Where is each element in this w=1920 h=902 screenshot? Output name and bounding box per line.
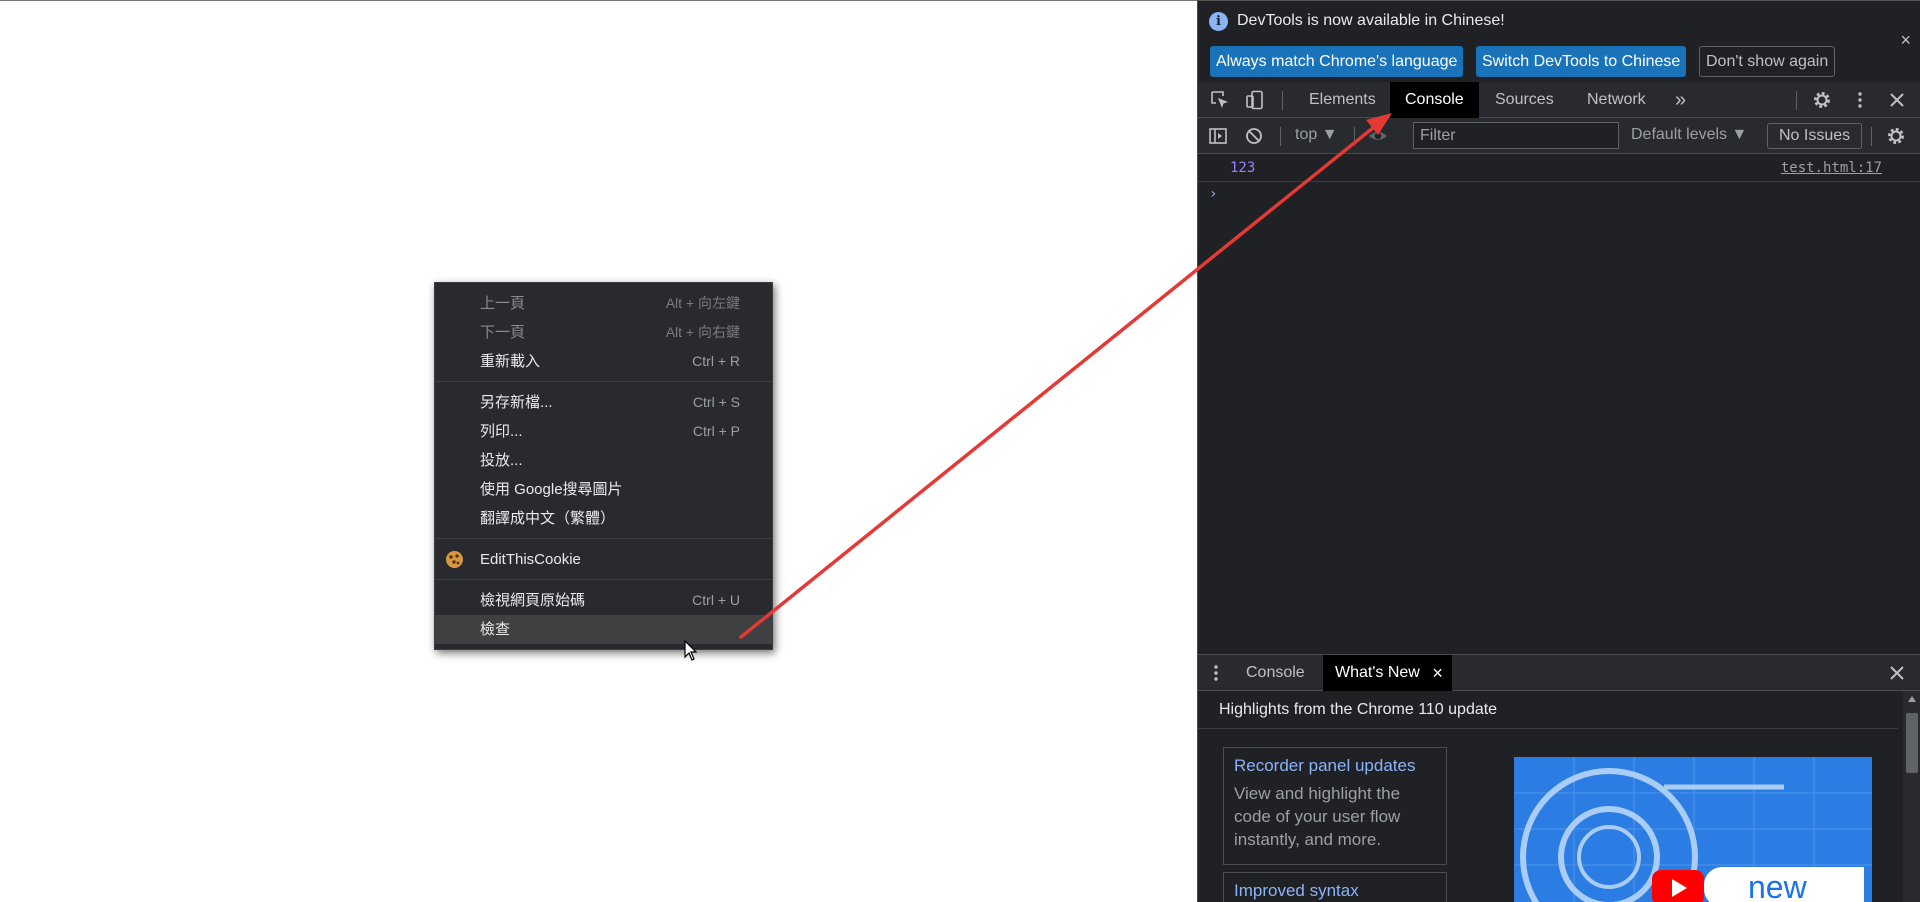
scroll-up-icon[interactable]: [1908, 696, 1916, 702]
menu-item-label: 投放...: [480, 452, 523, 469]
tab-console[interactable]: Console: [1390, 82, 1479, 118]
scrollbar-thumb[interactable]: [1906, 713, 1918, 773]
menu-separator: [435, 381, 772, 382]
close-icon[interactable]: [1887, 90, 1907, 110]
card-title[interactable]: Improved syntax: [1234, 881, 1436, 901]
device-toolbar-icon[interactable]: [1245, 90, 1265, 110]
context-menu: 上一頁 Alt + 向左鍵 下一頁 Alt + 向右鍵 重新載入 Ctrl + …: [434, 282, 773, 650]
toolbar-divider: [1871, 127, 1872, 146]
source-link[interactable]: test.html:17: [1781, 160, 1882, 176]
menu-item-search-images[interactable]: 使用 Google搜尋圖片: [435, 475, 772, 504]
mouse-cursor-icon: [684, 640, 698, 661]
menu-item-shortcut: Ctrl + R: [692, 353, 740, 369]
menu-separator: [435, 579, 772, 580]
close-tab-icon[interactable]: ×: [1432, 655, 1443, 691]
play-triangle: [1672, 879, 1687, 897]
drawer-tab-label: What's New: [1335, 664, 1420, 681]
divider: [1198, 728, 1898, 729]
devtools-panel: i DevTools is now available in Chinese! …: [1197, 0, 1920, 902]
menu-item-shortcut: Alt + 向右鍵: [665, 324, 740, 340]
menu-item-reload[interactable]: 重新載入 Ctrl + R: [435, 347, 772, 376]
log-levels-dropdown[interactable]: Default levels ▼: [1631, 126, 1747, 144]
eye-icon[interactable]: [1368, 126, 1388, 146]
card-body: View and highlight the code of your user…: [1234, 784, 1401, 849]
highlights-heading: Highlights from the Chrome 110 update: [1219, 701, 1498, 718]
toolbar-divider: [1280, 127, 1281, 146]
console-prompt-icon[interactable]: ›: [1209, 186, 1217, 202]
kebab-menu-icon[interactable]: [1850, 90, 1870, 110]
menu-separator: [435, 538, 772, 539]
menu-item-editthiscookie[interactable]: EditThisCookie: [435, 545, 772, 574]
issues-button[interactable]: No Issues: [1767, 123, 1863, 149]
menu-item-translate[interactable]: 翻譯成中文（繁體）: [435, 504, 772, 533]
whats-new-panel: Highlights from the Chrome 110 update Re…: [1198, 691, 1920, 902]
menu-item-inspect[interactable]: 檢查: [435, 615, 772, 644]
menu-item-label: 另存新檔...: [480, 394, 553, 411]
menu-item-back[interactable]: 上一頁 Alt + 向左鍵: [435, 289, 772, 318]
more-tabs-icon[interactable]: »: [1660, 82, 1701, 118]
menu-item-view-source[interactable]: 檢視網頁原始碼 Ctrl + U: [435, 586, 772, 615]
menu-item-label: 下一頁: [480, 324, 526, 341]
play-icon[interactable]: [1652, 870, 1704, 902]
menu-item-label: 列印...: [480, 423, 523, 440]
devtools-tab-bar: Elements Console Sources Network »: [1198, 82, 1920, 118]
console-log-value: 123: [1230, 160, 1256, 176]
menu-item-label: 檢視網頁原始碼: [480, 592, 586, 609]
close-icon[interactable]: ×: [1900, 30, 1911, 51]
switch-to-chinese-button[interactable]: Switch DevTools to Chinese: [1476, 46, 1687, 77]
drawer-menu-icon[interactable]: [1209, 663, 1223, 683]
menu-item-shortcut: Ctrl + S: [692, 394, 740, 410]
toolbar-divider: [1354, 127, 1355, 146]
tab-elements[interactable]: Elements: [1294, 82, 1391, 118]
info-icon: i: [1209, 12, 1228, 31]
match-language-button[interactable]: Always match Chrome's language: [1210, 46, 1464, 77]
clear-console-icon[interactable]: [1244, 126, 1264, 146]
menu-item-label: 檢查: [480, 621, 511, 638]
menu-item-save-as[interactable]: 另存新檔... Ctrl + S: [435, 388, 772, 417]
close-drawer-icon[interactable]: [1887, 663, 1907, 683]
feature-card[interactable]: Recorder panel updates View and highligh…: [1223, 747, 1447, 865]
menu-item-label: 翻譯成中文（繁體）: [480, 510, 616, 527]
toolbar-divider: [1796, 91, 1797, 110]
menu-item-shortcut: Alt + 向左鍵: [665, 295, 740, 311]
tab-network[interactable]: Network: [1572, 82, 1661, 118]
gear-icon[interactable]: [1886, 126, 1906, 146]
drawer-tab-whats-new[interactable]: What's New ×: [1323, 655, 1452, 691]
console-toolbar: top ▼ Default levels ▼ No Issues: [1198, 118, 1920, 154]
menu-item-shortcut: Ctrl + P: [692, 423, 740, 439]
tab-sources[interactable]: Sources: [1480, 82, 1569, 118]
context-selector[interactable]: top ▼: [1295, 126, 1338, 144]
infobar-message: DevTools is now available in Chinese!: [1237, 12, 1505, 29]
language-infobar: i DevTools is now available in Chinese! …: [1198, 0, 1920, 82]
screen: 上一頁 Alt + 向左鍵 下一頁 Alt + 向右鍵 重新載入 Ctrl + …: [0, 0, 1920, 902]
drawer-tab-bar: Console What's New ×: [1198, 654, 1920, 691]
feature-card[interactable]: Improved syntax: [1223, 872, 1447, 902]
toolbar-divider: [1282, 91, 1283, 110]
menu-item-forward[interactable]: 下一頁 Alt + 向右鍵: [435, 318, 772, 347]
menu-item-label: 重新載入: [480, 353, 541, 370]
console-message-row: 123 test.html:17: [1198, 155, 1920, 182]
scrollbar[interactable]: [1903, 691, 1920, 902]
sidebar-toggle-icon[interactable]: [1208, 126, 1228, 146]
menu-item-shortcut: Ctrl + U: [692, 592, 740, 608]
filter-input[interactable]: [1413, 122, 1619, 149]
inspect-element-icon[interactable]: [1210, 90, 1230, 110]
menu-item-label: 使用 Google搜尋圖片: [480, 481, 623, 498]
menu-item-label: 上一頁: [480, 295, 526, 312]
cookie-icon: [446, 551, 463, 568]
video-caption: new: [1704, 867, 1864, 902]
video-thumbnail[interactable]: new: [1514, 757, 1872, 902]
gear-icon[interactable]: [1812, 90, 1832, 110]
menu-item-cast[interactable]: 投放...: [435, 446, 772, 475]
dont-show-again-button[interactable]: Don't show again: [1699, 46, 1836, 77]
menu-item-label: EditThisCookie: [480, 551, 581, 568]
menu-item-print[interactable]: 列印... Ctrl + P: [435, 417, 772, 446]
card-title[interactable]: Recorder panel updates: [1234, 756, 1436, 776]
drawer-tab-console[interactable]: Console: [1234, 655, 1317, 691]
